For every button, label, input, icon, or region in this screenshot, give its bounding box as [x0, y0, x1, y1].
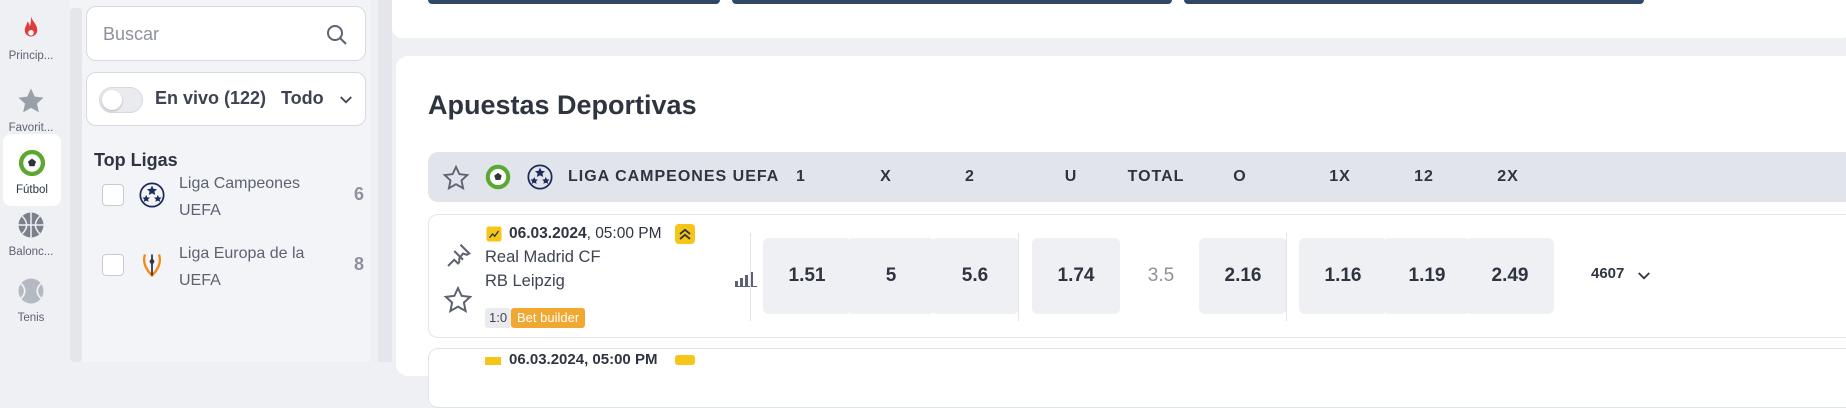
score-badge: 1:0: [485, 308, 512, 328]
flame-icon: [24, 16, 38, 37]
rail-item-label: Princip...: [8, 50, 54, 62]
league-checkbox[interactable]: [102, 254, 124, 276]
sidebar-scrollbar[interactable]: [70, 8, 82, 362]
column-header-2: 2: [965, 168, 975, 185]
league-checkbox[interactable]: [102, 184, 124, 206]
league-name: Liga Europa de la UEFA: [179, 245, 305, 289]
match-datetime: 06.03.2024, 05:00 PM: [509, 225, 662, 243]
odd-x[interactable]: 5: [847, 238, 935, 314]
rail-item-label: Favorit...: [8, 122, 54, 134]
odd-1x[interactable]: 1.16: [1299, 238, 1387, 314]
league-name[interactable]: LIGA CAMPEONES UEFA: [568, 168, 779, 186]
promo-banner[interactable]: [732, 0, 1172, 4]
match-time: , 05:00 PM: [586, 225, 662, 242]
odd-under[interactable]: 1.74: [1032, 238, 1120, 314]
rail-item-baloncesto[interactable]: Balonc...: [0, 196, 62, 268]
rail-item-label: Fútbol: [16, 184, 48, 196]
column-header-1x: 1X: [1329, 168, 1351, 185]
sports-rail: Princip... Favorit... Fútbol Balonc... T…: [0, 0, 62, 362]
live-filter-select[interactable]: Todo: [281, 88, 324, 109]
soccer-ball-icon: [485, 164, 511, 190]
sports-betting-panel: Apuestas Deportivas LIGA CAMPEONES UEFA …: [396, 56, 1846, 408]
champions-league-icon: [527, 164, 553, 190]
league-item[interactable]: Liga Campeones UEFA 6: [94, 160, 366, 230]
divider: [1286, 233, 1287, 321]
league-name: Liga Campeones UEFA: [179, 175, 300, 219]
soccer-ball-icon: [18, 149, 46, 177]
page-title: Apuestas Deportivas: [428, 90, 697, 120]
tennis-ball-icon: [18, 278, 44, 304]
odd-12[interactable]: 1.19: [1383, 238, 1471, 314]
chevron-down-icon[interactable]: [337, 91, 355, 109]
promo-banner[interactable]: [428, 0, 720, 4]
league-count: 6: [353, 184, 364, 204]
live-filter: En vivo (122) Todo: [86, 72, 366, 126]
divider: [750, 233, 751, 321]
signal-bars-icon[interactable]: [735, 271, 757, 287]
rail-item-tenis[interactable]: Tenis: [0, 262, 62, 334]
more-markets-count[interactable]: 4607: [1591, 265, 1624, 282]
sidebar: En vivo (122) Todo Top Ligas Liga Campeo…: [70, 0, 370, 362]
match-datetime: 06.03.2024, 05:00 PM: [509, 351, 658, 368]
stats-chart-icon[interactable]: [485, 225, 503, 243]
odd-2x[interactable]: 2.49: [1466, 238, 1554, 314]
column-header-x: X: [880, 168, 892, 185]
rail-item-label: Tenis: [17, 312, 45, 324]
league-count: 8: [353, 254, 364, 274]
column-header-1: 1: [796, 168, 806, 185]
match-date: 06.03.2024: [509, 225, 587, 242]
odd-1[interactable]: 1.51: [763, 238, 851, 314]
star-icon: [18, 88, 44, 113]
league-item[interactable]: Liga Europa de la UEFA 8: [94, 230, 366, 300]
live-toggle[interactable]: [99, 87, 143, 113]
column-header-2x: 2X: [1497, 168, 1519, 185]
match-row[interactable]: 06.03.2024, 05:00 PM: [428, 348, 1846, 408]
column-header-over: O: [1233, 168, 1247, 185]
match-row[interactable]: 06.03.2024, 05:00 PM Real Madrid CF RB L…: [428, 214, 1846, 338]
search-box: [86, 6, 366, 61]
total-line: 3.5: [1147, 265, 1175, 286]
boost-icon: [675, 355, 695, 365]
star-outline-icon[interactable]: [442, 164, 470, 192]
pin-icon[interactable]: [443, 241, 473, 271]
column-header-total: TOTAL: [1127, 168, 1185, 185]
away-team: RB Leipzig: [485, 272, 565, 290]
rail-item-label: Balonc...: [8, 246, 54, 258]
europa-league-icon: [142, 254, 162, 278]
banner-card: [392, 0, 1846, 38]
home-team: Real Madrid CF: [485, 248, 601, 266]
live-label: En vivo (122): [155, 88, 267, 108]
stats-chart-icon[interactable]: [485, 357, 501, 365]
odd-over[interactable]: 2.16: [1199, 238, 1287, 314]
champions-league-icon: [139, 182, 165, 208]
odd-2[interactable]: 5.6: [931, 238, 1019, 314]
promo-banner[interactable]: [1184, 0, 1644, 4]
column-header-12: 12: [1414, 168, 1434, 185]
divider: [1018, 233, 1019, 321]
rail-item-principal[interactable]: Princip...: [0, 0, 62, 72]
search-icon[interactable]: [325, 23, 349, 47]
bet-builder-badge[interactable]: Bet builder: [511, 308, 586, 328]
boost-icon: [675, 224, 695, 244]
toggle-knob: [102, 90, 122, 110]
main-scrollbar[interactable]: [378, 0, 392, 362]
chevron-down-icon[interactable]: [1635, 267, 1653, 285]
search-input[interactable]: [103, 20, 323, 48]
star-outline-icon[interactable]: [443, 285, 473, 315]
basketball-icon: [18, 212, 44, 238]
league-header: LIGA CAMPEONES UEFA 1 X 2 U TOTAL O 1X 1…: [428, 152, 1846, 202]
column-header-under: U: [1064, 168, 1078, 185]
